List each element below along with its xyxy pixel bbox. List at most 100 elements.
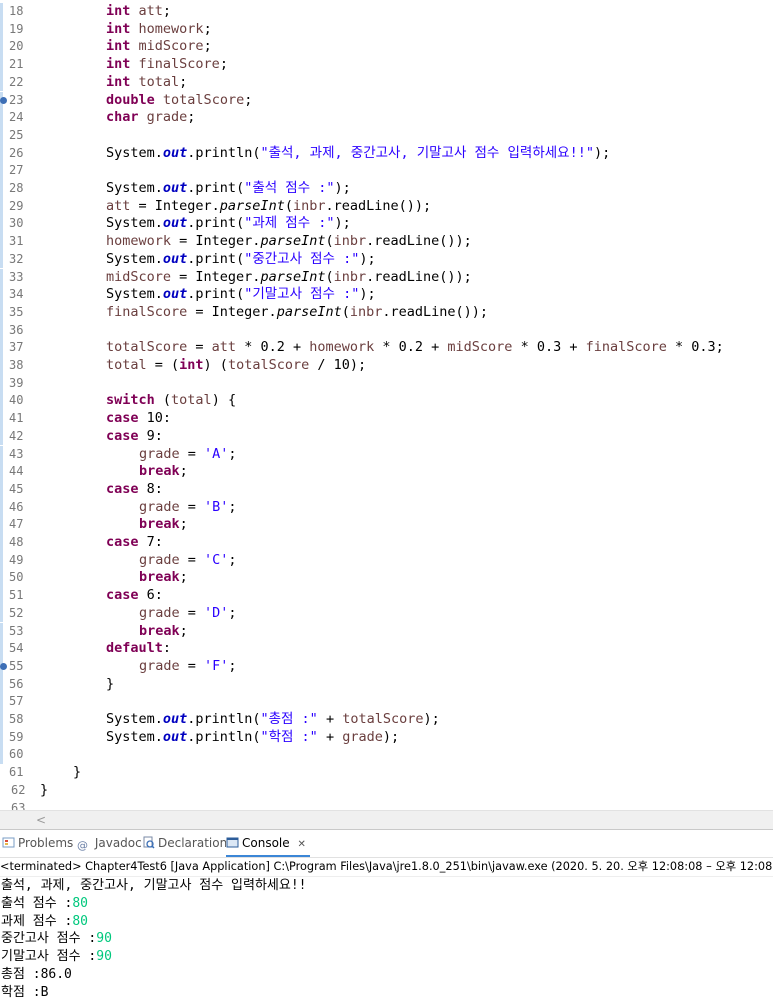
console-user-input: 80	[72, 895, 88, 911]
code-text: case 9:	[106, 428, 163, 446]
code-token: 9:	[138, 427, 163, 444]
code-line[interactable]: 27	[0, 162, 773, 180]
code-line[interactable]: 33 midScore = Integer.parseInt(inbr.readL…	[0, 268, 773, 287]
code-line[interactable]: 48 case 7:	[0, 534, 773, 552]
code-text: System.out.print("과제 점수 :");	[106, 215, 351, 233]
code-text: total = (int) (totalScore / 10);	[106, 357, 366, 375]
code-line[interactable]: 25	[0, 126, 773, 145]
code-line[interactable]: 41 case 10:	[0, 410, 773, 428]
change-ruler	[0, 339, 3, 357]
line-number: 37	[9, 340, 24, 355]
code-token: ;	[228, 445, 237, 462]
code-token: =	[179, 657, 205, 674]
code-line[interactable]: 56}	[0, 675, 773, 694]
code-line[interactable]: 53 break;	[0, 622, 773, 641]
code-line[interactable]: 26 System.out.println("출석, 과제, 중간고사, 기말고사…	[0, 144, 773, 163]
code-line[interactable]: 44 break;	[0, 463, 773, 481]
line-number: 59	[9, 729, 24, 744]
code-token: homework	[138, 20, 204, 37]
code-line[interactable]: 31 homework = Integer.parseInt(inbr.readL…	[0, 233, 773, 251]
code-token: );	[593, 144, 611, 161]
code-line[interactable]: 22 int total;	[0, 73, 773, 92]
code-line[interactable]: 54 default:	[0, 640, 773, 658]
code-token: out	[162, 711, 188, 727]
horizontal-scrollbar[interactable]: <	[0, 810, 773, 829]
code-token: finalScore	[138, 56, 220, 73]
code-line[interactable]: 57	[0, 693, 773, 711]
change-ruler	[0, 782, 3, 800]
tab-declaration[interactable]: Declaration	[142, 830, 227, 857]
line-number: 51	[9, 588, 24, 603]
code-line[interactable]: 40 switch (total) {	[0, 392, 773, 411]
tab-console[interactable]: Console ✕	[226, 830, 310, 857]
code-token: (	[154, 392, 172, 409]
code-token: System.	[106, 286, 163, 303]
console-user-input: 90	[96, 949, 112, 965]
tab-javadoc[interactable]: @ Javadoc	[77, 830, 142, 857]
code-token: * 0.3;	[666, 339, 724, 356]
change-ruler	[0, 3, 3, 21]
code-editor[interactable]: 18 int att; 19 int homework; 20 int midScore;…	[0, 0, 773, 810]
code-line[interactable]: 62}	[0, 782, 773, 800]
code-line[interactable]: 18 int att;	[0, 3, 773, 21]
code-token: System.	[106, 728, 163, 745]
code-line[interactable]: 30 System.out.print("과제 점수 :");	[0, 215, 773, 234]
code-line[interactable]: 49 grade = 'C';	[0, 551, 773, 570]
code-line[interactable]: 60	[0, 746, 773, 765]
code-token: break	[139, 569, 180, 586]
code-token: ;	[203, 20, 212, 37]
code-line[interactable]: 35 finalScore = Integer.parseInt(inbr.rea…	[0, 303, 773, 322]
code-line[interactable]: 45 case 8:	[0, 480, 773, 499]
tab-declaration-label: Declaration	[158, 836, 228, 850]
code-line[interactable]: 55 grade = 'F';	[0, 657, 773, 676]
code-line[interactable]: 42 case 9:	[0, 427, 773, 446]
code-line[interactable]: 23 double totalScore;	[0, 91, 773, 110]
code-text: }	[106, 676, 114, 694]
code-line[interactable]: 43 grade = 'A';	[0, 445, 773, 464]
code-token: "출석, 과제, 중간고사, 기말고사 점수 입력하세요!!"	[260, 144, 594, 161]
code-line[interactable]: 19 int homework;	[0, 20, 773, 39]
problems-icon	[2, 832, 15, 848]
line-number: 36	[9, 322, 24, 337]
code-token: out	[162, 180, 188, 196]
code-line[interactable]: 50 break;	[0, 569, 773, 588]
code-line[interactable]: 47 break;	[0, 516, 773, 534]
code-line[interactable]: 39	[0, 374, 773, 393]
tab-problems[interactable]: Problems	[2, 830, 73, 857]
code-line[interactable]: 38 total = (int) (totalScore / 10);	[0, 357, 773, 375]
code-line[interactable]: 34 System.out.print("기말고사 점수 :");	[0, 286, 773, 304]
code-line[interactable]: 63	[0, 800, 773, 811]
code-token: 'F'	[204, 657, 229, 674]
line-number: 26	[9, 145, 24, 160]
code-token: int	[106, 38, 131, 55]
code-line[interactable]: 61}	[0, 764, 773, 782]
code-text: midScore = Integer.parseInt(inbr.readLin…	[106, 269, 472, 287]
code-line[interactable]: 59 System.out.println("학점 :" + grade);	[0, 728, 773, 747]
code-line[interactable]: 36	[0, 321, 773, 340]
code-line[interactable]: 37 totalScore = att * 0.2 + homework * 0.…	[0, 339, 773, 357]
override-marker-icon[interactable]	[0, 662, 7, 670]
code-line[interactable]: 46 grade = 'B';	[0, 498, 773, 517]
code-line[interactable]: 24 char grade;	[0, 109, 773, 127]
code-text: homework = Integer.parseInt(inbr.readLin…	[106, 233, 472, 251]
close-icon[interactable]: ✕	[297, 839, 305, 850]
code-token: System.	[106, 215, 163, 232]
code-token: att	[106, 197, 131, 214]
code-text: System.out.print("출석 점수 :");	[106, 180, 351, 198]
override-marker-icon[interactable]	[0, 96, 7, 104]
code-line[interactable]: 51 case 6:	[0, 587, 773, 605]
console-text: 중간고사 점수 :	[1, 931, 97, 947]
code-line[interactable]: 28 System.out.print("출석 점수 :");	[0, 180, 773, 198]
code-line[interactable]: 29 att = Integer.parseInt(inbr.readLine()…	[0, 197, 773, 216]
code-line[interactable]: 32 System.out.print("중간고사 점수 :");	[0, 250, 773, 269]
line-number: 50	[9, 570, 24, 585]
code-line[interactable]: 20 int midScore;	[0, 38, 773, 57]
code-token: = Integer.	[171, 268, 261, 285]
change-ruler	[0, 622, 3, 641]
code-line[interactable]: 52 grade = 'D';	[0, 604, 773, 623]
code-text: break;	[139, 463, 188, 481]
code-line[interactable]: 58 System.out.println("총점 :" + totalScore…	[0, 711, 773, 729]
scroll-left-arrow-icon[interactable]: <	[36, 813, 46, 827]
code-line[interactable]: 21 int finalScore;	[0, 56, 773, 74]
